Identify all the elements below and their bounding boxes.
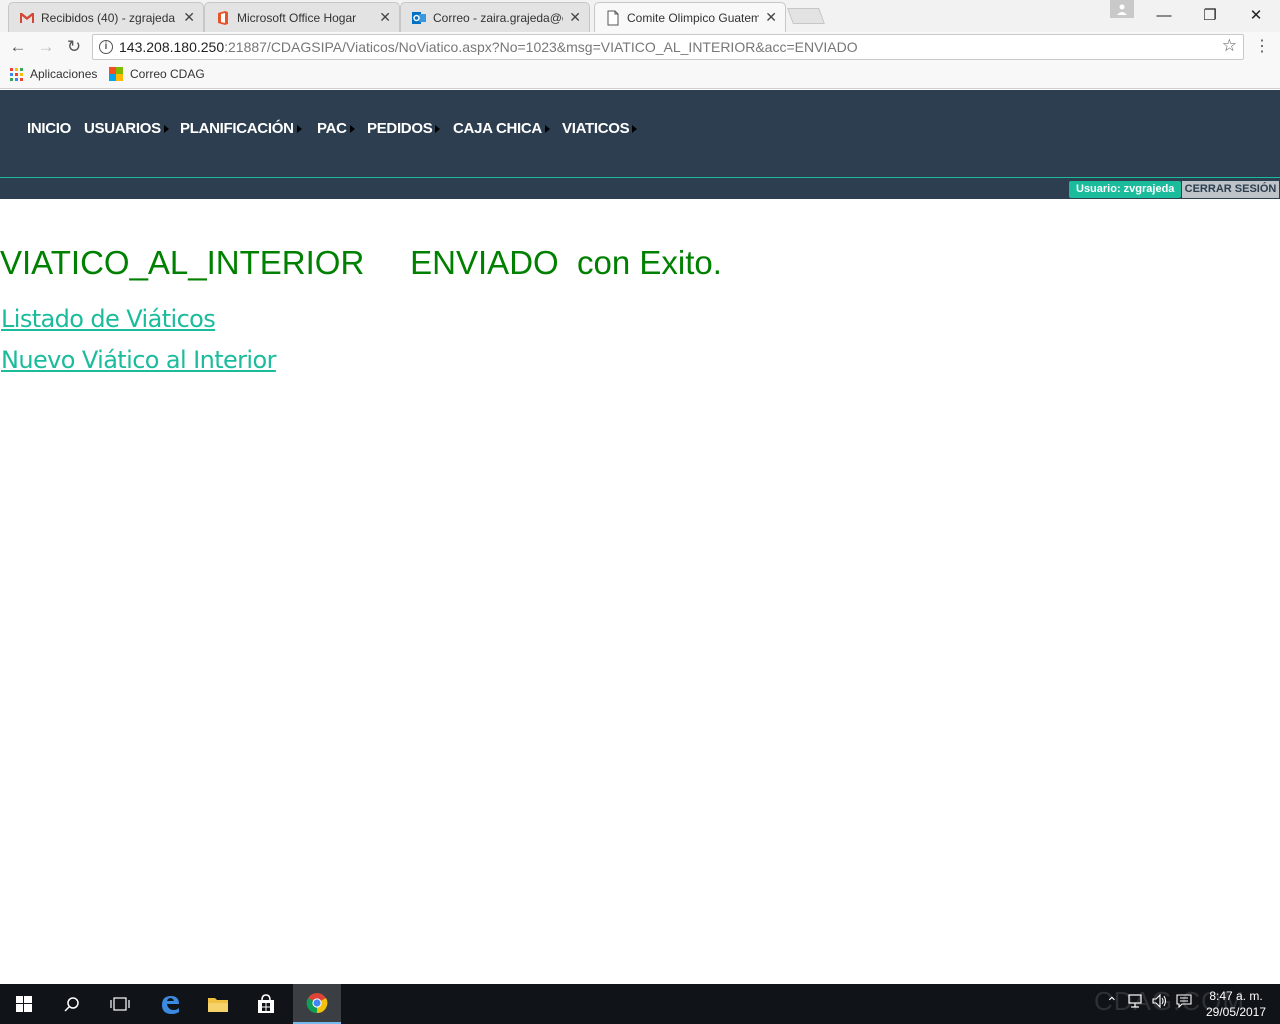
tab-title: Recibidos (40) - zgrajeda bbox=[41, 10, 176, 25]
bookmark-label: Aplicaciones bbox=[30, 67, 98, 81]
message-action: ENVIADO bbox=[410, 244, 559, 281]
message-suffix: con Exito. bbox=[577, 244, 722, 281]
user-badge: Usuario: zvgrajeda bbox=[1069, 181, 1182, 198]
tab-title: Microsoft Office Hogar bbox=[237, 10, 357, 25]
tab-title: Correo - zaira.grajeda@c bbox=[433, 10, 564, 25]
nav-label: PLANIFICACIÓN bbox=[180, 120, 294, 137]
close-icon[interactable]: ✕ bbox=[765, 9, 777, 26]
tab-outlook[interactable]: Correo - zaira.grajeda@c ✕ bbox=[400, 2, 590, 32]
bookmark-star-icon[interactable]: ☆ bbox=[1222, 36, 1237, 56]
network-icon[interactable] bbox=[1128, 994, 1144, 1011]
task-view-icon[interactable] bbox=[96, 984, 144, 1024]
info-icon[interactable]: i bbox=[99, 40, 113, 54]
page-icon bbox=[607, 10, 619, 25]
nav-label: CAJA CHICA bbox=[453, 120, 542, 137]
link-nuevo-viatico[interactable]: Nuevo Viático al Interior bbox=[1, 346, 276, 374]
bookmark-label: Correo CDAG bbox=[130, 67, 205, 81]
tab-comite[interactable]: Comite Olimpico Guatem ✕ bbox=[594, 2, 786, 32]
close-icon[interactable]: ✕ bbox=[379, 9, 391, 26]
caret-right-icon bbox=[632, 124, 638, 133]
nav-inicio[interactable]: INICIO bbox=[27, 120, 71, 137]
browser-tab-bar: Recibidos (40) - zgrajeda ✕ Microsoft Of… bbox=[0, 0, 1280, 32]
nav-label: PEDIDOS bbox=[367, 120, 433, 137]
new-tab-button[interactable] bbox=[787, 8, 825, 24]
tab-gmail[interactable]: Recibidos (40) - zgrajeda ✕ bbox=[8, 2, 204, 32]
logout-button[interactable]: CERRAR SESIÓN bbox=[1182, 181, 1279, 198]
browser-toolbar: ← → ↻ i 143.208.180.250:21887/CDAGSIPA/V… bbox=[0, 32, 1280, 62]
nav-caja-chica[interactable]: CAJA CHICA bbox=[453, 120, 550, 137]
nav-planificacion[interactable]: PLANIFICACIÓN bbox=[180, 120, 302, 137]
windows-taskbar: CDAG.COM ⌃ 8:47 a. m. 29/05/2017 bbox=[0, 984, 1280, 1024]
url-path: :21887/CDAGSIPA/Viaticos/NoViatico.aspx?… bbox=[224, 39, 858, 55]
outlook-icon bbox=[412, 11, 426, 24]
caret-right-icon bbox=[163, 124, 169, 133]
windows-start-icon[interactable] bbox=[0, 984, 48, 1024]
back-icon[interactable]: ← bbox=[6, 36, 30, 58]
forward-icon[interactable]: → bbox=[34, 36, 58, 58]
restore-icon[interactable]: ❐ bbox=[1187, 0, 1233, 30]
nav-pedidos[interactable]: PEDIDOS bbox=[367, 120, 441, 137]
caret-right-icon bbox=[435, 124, 441, 133]
site-header: INICIO USUARIOS PLANIFICACIÓN PAC PEDIDO… bbox=[0, 90, 1280, 178]
bookmark-aplicaciones[interactable]: Aplicaciones bbox=[10, 67, 97, 81]
success-message: VIATICO_AL_INTERIOR ENVIADO con Exito. bbox=[0, 244, 722, 282]
message-type: VIATICO_AL_INTERIOR bbox=[0, 244, 365, 281]
caret-right-icon bbox=[296, 124, 302, 133]
office-icon bbox=[218, 10, 228, 25]
reload-icon[interactable]: ↻ bbox=[62, 36, 86, 58]
system-clock[interactable]: 8:47 a. m. 29/05/2017 bbox=[1200, 988, 1272, 1020]
file-explorer-icon[interactable] bbox=[194, 984, 242, 1024]
close-icon[interactable]: ✕ bbox=[569, 9, 581, 26]
close-icon[interactable]: ✕ bbox=[183, 9, 195, 26]
browser-menu-icon[interactable]: ⋮ bbox=[1254, 36, 1270, 56]
tab-office[interactable]: Microsoft Office Hogar ✕ bbox=[204, 2, 400, 32]
clock-time: 8:47 a. m. bbox=[1209, 989, 1263, 1003]
bookmark-correo-cdag[interactable]: Correo CDAG bbox=[109, 67, 205, 81]
address-bar[interactable]: i 143.208.180.250:21887/CDAGSIPA/Viatico… bbox=[92, 34, 1244, 60]
edge-icon[interactable] bbox=[146, 984, 194, 1024]
caret-right-icon bbox=[544, 124, 550, 133]
caret-right-icon bbox=[349, 124, 355, 133]
url-host: 143.208.180.250 bbox=[119, 39, 225, 55]
tab-title: Comite Olimpico Guatem bbox=[627, 10, 760, 25]
microsoft-icon bbox=[109, 67, 123, 81]
user-bar: Usuario: zvgrajeda CERRAR SESIÓN bbox=[0, 178, 1280, 199]
apps-grid-icon bbox=[10, 67, 23, 81]
tray-chevron-icon[interactable]: ⌃ bbox=[1106, 994, 1118, 1011]
clock-date: 29/05/2017 bbox=[1205, 1005, 1267, 1019]
search-icon[interactable] bbox=[48, 984, 96, 1024]
gmail-icon bbox=[20, 12, 34, 23]
notifications-icon[interactable] bbox=[1176, 994, 1192, 1011]
nav-viaticos[interactable]: VIATICOS bbox=[562, 120, 638, 137]
bookmarks-bar: Aplicaciones Correo CDAG bbox=[0, 62, 1280, 89]
close-window-icon[interactable]: ✕ bbox=[1233, 0, 1279, 30]
nav-pac[interactable]: PAC bbox=[317, 120, 355, 137]
nav-label: USUARIOS bbox=[84, 120, 161, 137]
nav-usuarios[interactable]: USUARIOS bbox=[84, 120, 169, 137]
nav-label: VIATICOS bbox=[562, 120, 630, 137]
nav-label: INICIO bbox=[27, 120, 72, 137]
volume-icon[interactable] bbox=[1152, 993, 1168, 1011]
nav-label: PAC bbox=[317, 120, 347, 137]
link-listado-viaticos[interactable]: Listado de Viáticos bbox=[1, 305, 216, 333]
profile-icon[interactable] bbox=[1110, 0, 1134, 18]
store-icon[interactable] bbox=[242, 984, 290, 1024]
chrome-icon[interactable] bbox=[293, 984, 341, 1024]
minimize-icon[interactable]: — bbox=[1141, 0, 1187, 30]
